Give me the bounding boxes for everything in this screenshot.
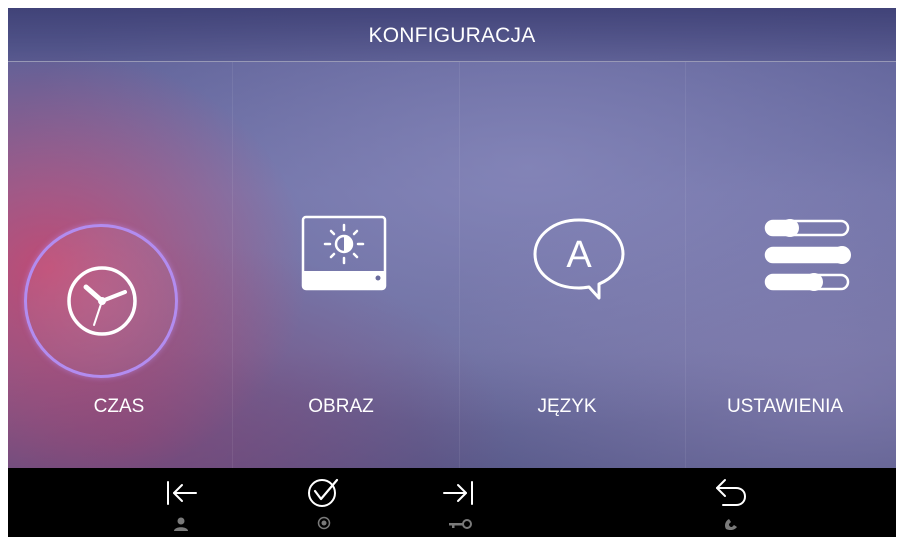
menu-item-jezyk[interactable]: A JĘZYK <box>456 62 678 468</box>
menu-item-label: CZAS <box>93 396 145 417</box>
language-icon: A <box>533 218 625 300</box>
header-bar: KONFIGURACJA <box>8 8 896 62</box>
back-arrow-icon <box>716 479 746 506</box>
clock-icon <box>67 266 137 336</box>
page-title: KONFIGURACJA <box>368 24 536 47</box>
first-button[interactable] <box>158 468 218 537</box>
arrow-right-bar-icon <box>443 481 473 505</box>
record-dot-icon <box>317 516 331 530</box>
back-button[interactable] <box>706 468 766 537</box>
settings-sliders-icon <box>764 219 851 291</box>
user-icon <box>174 517 188 531</box>
arrow-left-bar-icon <box>167 481 197 505</box>
phone-icon <box>725 519 737 531</box>
menu-item-label: JĘZYK <box>537 396 597 417</box>
config-screen: KONFIGURACJA CZAS OBRAZ A JĘZYK USTAWIEN… <box>8 8 896 537</box>
menu-item-ustawienia[interactable]: USTAWIENIA <box>674 62 896 468</box>
menu-item-czas[interactable]: CZAS <box>8 62 230 468</box>
check-circle-icon <box>308 478 339 507</box>
svg-text:A: A <box>566 234 592 276</box>
bottom-bar <box>8 468 896 537</box>
brightness-icon <box>301 215 387 291</box>
menu-item-obraz[interactable]: OBRAZ <box>230 62 452 468</box>
menu-item-label: USTAWIENIA <box>726 396 844 417</box>
menu-item-label: OBRAZ <box>308 396 374 417</box>
key-icon <box>449 519 472 529</box>
confirm-button[interactable] <box>300 468 360 537</box>
last-button[interactable] <box>436 468 496 537</box>
